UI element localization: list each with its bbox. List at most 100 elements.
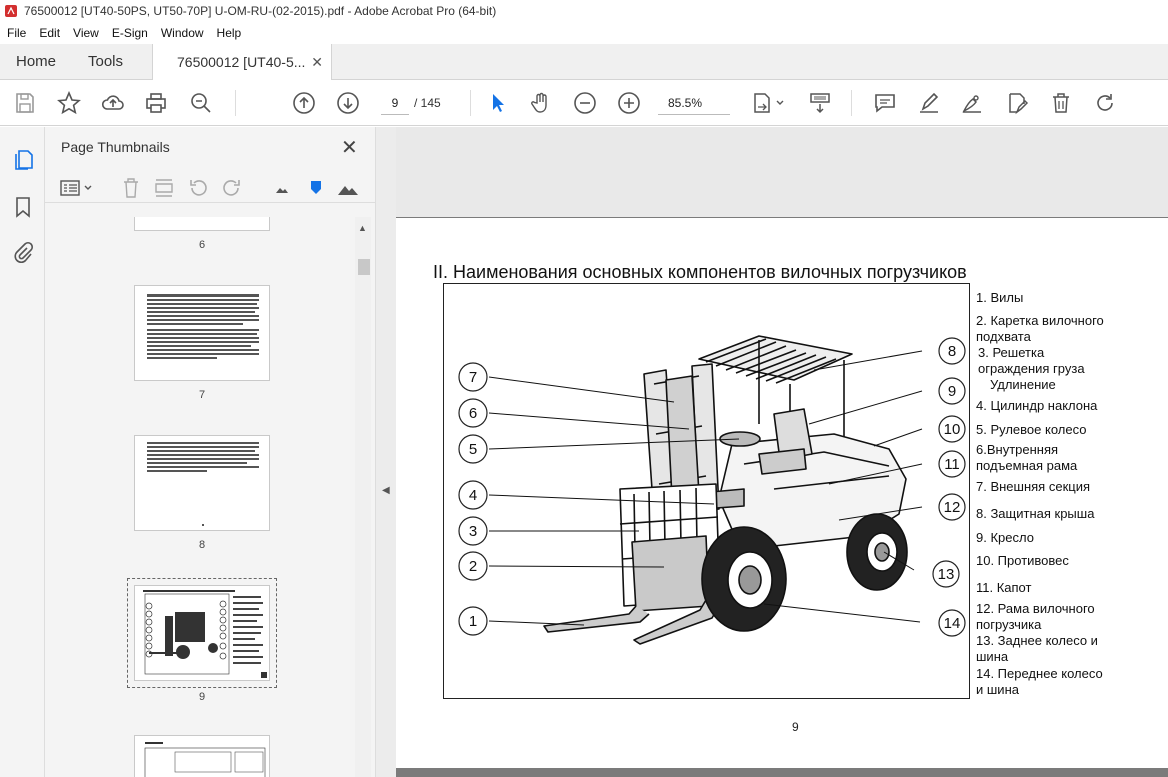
legend-item: 10. Противовес — [976, 553, 1069, 568]
scroll-mode-icon[interactable] — [808, 91, 832, 115]
callout-number: 4 — [469, 487, 477, 504]
callout-number: 12 — [944, 499, 961, 516]
rotate-ccw-icon[interactable] — [187, 177, 209, 199]
menu-file[interactable]: File — [7, 26, 26, 40]
tab-document[interactable]: 76500012 [UT40-5... ✕ — [152, 44, 332, 81]
callout-number: 14 — [944, 615, 961, 632]
menu-help[interactable]: Help — [217, 26, 242, 40]
highlight-icon[interactable] — [917, 91, 941, 115]
insert-page-icon[interactable] — [153, 177, 175, 199]
delete-icon[interactable] — [1049, 91, 1073, 115]
legend-item: 2. Каретка вилочного — [976, 313, 1104, 328]
comment-icon[interactable] — [873, 91, 897, 115]
zoom-in-icon[interactable] — [617, 91, 641, 115]
legend-item: 7. Внешняя секция — [976, 479, 1090, 494]
panel-title: Page Thumbnails — [61, 139, 170, 155]
thumbnail-label: 9 — [198, 691, 206, 703]
tab-tools[interactable]: Tools — [88, 44, 123, 80]
thumbnail-page[interactable] — [134, 435, 270, 531]
thumbnail-page-selected[interactable] — [134, 585, 270, 681]
legend-item: подхвата — [976, 329, 1031, 344]
forklift-figure: 1 2 3 4 5 6 7 8 9 10 11 12 13 14 — [443, 283, 970, 699]
pdf-icon — [5, 5, 17, 17]
menu-view[interactable]: View — [73, 26, 99, 40]
legend-item: 5. Рулевое колесо — [976, 422, 1087, 437]
select-cursor-icon[interactable] — [486, 91, 510, 115]
title-bar: 76500012 [UT40-50PS, UT50-70P] U-OM-RU-(… — [0, 0, 1168, 22]
legend-item: шина — [976, 649, 1009, 664]
callout-number: 10 — [944, 421, 961, 438]
scrollbar-thumb[interactable] — [358, 259, 370, 275]
legend-item: 6.Внутренняя — [976, 442, 1059, 457]
thumb-size-slider[interactable] — [305, 177, 327, 199]
save-icon[interactable] — [13, 91, 37, 115]
thumbnail-options-icon[interactable] — [59, 177, 95, 199]
menu-edit[interactable]: Edit — [39, 26, 60, 40]
page-up-icon[interactable] — [292, 91, 316, 115]
menu-esign[interactable]: E-Sign — [112, 26, 148, 40]
legend-item: 4. Цилиндр наклона — [976, 398, 1098, 413]
tab-home[interactable]: Home — [16, 44, 56, 80]
callout-number: 5 — [469, 441, 477, 458]
page-number-input[interactable]: 9 — [381, 91, 409, 115]
zoom-search-icon[interactable] — [189, 91, 213, 115]
fit-page-icon[interactable] — [752, 91, 786, 115]
legend-item: 12. Рама вилочного — [976, 601, 1095, 616]
legend-item: 1. Вилы — [976, 290, 1024, 305]
hand-icon[interactable] — [529, 91, 553, 115]
small-thumb-icon[interactable] — [271, 177, 293, 199]
bookmark-icon[interactable] — [11, 195, 35, 219]
delete-page-icon[interactable] — [120, 177, 142, 199]
edit-pdf-icon[interactable] — [1005, 91, 1029, 115]
redo-icon[interactable] — [1093, 91, 1117, 115]
page-footer-number: 9 — [792, 720, 799, 734]
thumbnail-list: 6 7 8 9 — [45, 217, 355, 777]
legend-item: погрузчика — [976, 617, 1042, 632]
legend-item: 8. Защитная крыша — [976, 506, 1095, 521]
menu-window[interactable]: Window — [161, 26, 204, 40]
page-total: / 145 — [414, 96, 441, 110]
page-heading: II. Наименования основных компонентов ви… — [433, 262, 967, 282]
page-down-icon[interactable] — [336, 91, 360, 115]
legend-item: 3. Решетка — [978, 345, 1045, 360]
legend-item: и шина — [976, 682, 1019, 697]
zoom-out-icon[interactable] — [573, 91, 597, 115]
thumbnail-label: 7 — [198, 389, 206, 401]
callout-number: 9 — [948, 383, 956, 400]
thumbnail-page[interactable] — [134, 217, 270, 231]
star-icon[interactable] — [57, 90, 81, 115]
page-gap — [396, 768, 1168, 777]
close-panel-icon[interactable]: ✕ — [341, 135, 358, 160]
panel-toolbar — [45, 173, 375, 203]
pages-icon[interactable] — [11, 148, 35, 172]
large-thumb-icon[interactable] — [337, 177, 359, 199]
panel-collapse-handle[interactable]: ◀ — [375, 127, 396, 777]
zoom-level-input[interactable]: 85.5% — [658, 91, 730, 115]
legend-item: подъемная рама — [976, 458, 1078, 473]
callout-number: 8 — [948, 343, 956, 360]
callout-number: 1 — [469, 613, 477, 630]
callout-number: 6 — [469, 405, 477, 422]
thumbnail-scrollbar[interactable]: ▲ — [355, 217, 371, 777]
close-tab-icon[interactable]: ✕ — [311, 44, 323, 80]
thumbnail-page[interactable] — [134, 735, 270, 777]
rotate-cw-icon[interactable] — [221, 177, 243, 199]
callout-number: 7 — [469, 369, 477, 386]
callout-number: 11 — [944, 456, 960, 473]
callout-number: 3 — [469, 523, 477, 540]
upload-icon[interactable] — [101, 91, 125, 115]
collapse-arrow-icon[interactable]: ◀ — [382, 485, 390, 496]
legend-item: 11. Капот — [976, 580, 1032, 595]
main-toolbar — [0, 80, 1168, 126]
scroll-up-icon[interactable]: ▲ — [358, 223, 367, 233]
legend-item: 13. Заднее колесо и — [976, 633, 1098, 648]
window-title: 76500012 [UT40-50PS, UT50-70P] U-OM-RU-(… — [24, 4, 497, 18]
attachment-icon[interactable] — [11, 241, 35, 265]
thumbnail-page[interactable] — [134, 285, 270, 381]
print-icon[interactable] — [144, 91, 168, 115]
thumbnail-label: 6 — [198, 239, 206, 251]
previous-page-bottom — [396, 127, 1168, 217]
legend-item: ограждения груза — [978, 361, 1085, 376]
callout-number: 13 — [938, 566, 955, 583]
sign-icon[interactable] — [960, 91, 984, 115]
